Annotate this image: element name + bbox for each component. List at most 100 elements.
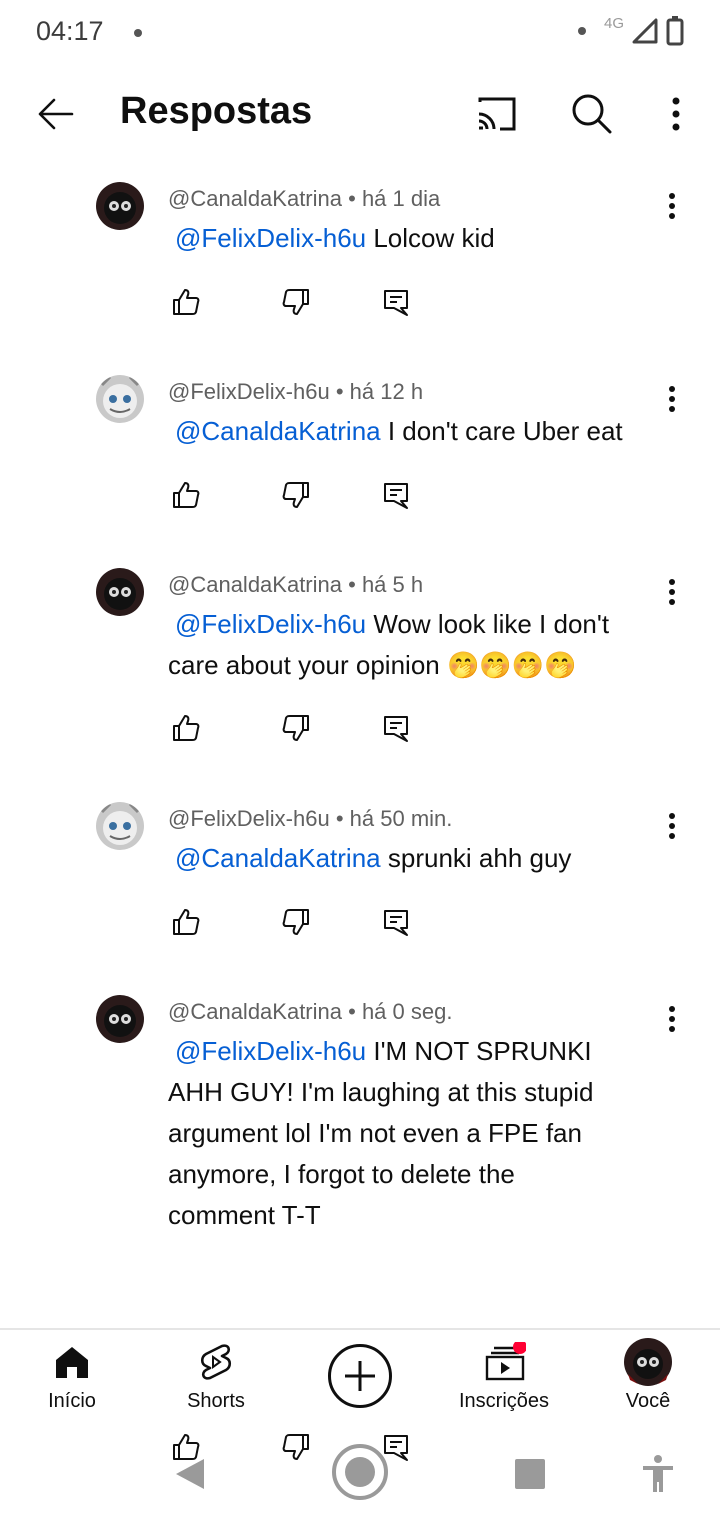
- thumbs-down-icon: [282, 289, 309, 315]
- thumbs-down-icon: [282, 715, 309, 741]
- comment-meta: @FelixDelix-h6u • há 50 min.: [168, 806, 453, 831]
- reply-button[interactable]: [378, 284, 414, 320]
- avatar[interactable]: [96, 802, 144, 850]
- reply-button[interactable]: [378, 710, 414, 746]
- comment-icon: [384, 910, 408, 936]
- create-button[interactable]: [328, 1344, 392, 1408]
- network-type: 4G: [603, 14, 624, 32]
- system-home-button[interactable]: [330, 1442, 390, 1502]
- comment-more-button[interactable]: [656, 572, 688, 612]
- thumbs-up-icon: [173, 289, 200, 315]
- system-navigation-bar: [0, 1430, 720, 1520]
- comment-body: Lolcow kid: [366, 223, 495, 253]
- search-icon: [572, 94, 612, 134]
- dislike-button[interactable]: [278, 710, 314, 746]
- comment-body-line: Wow look like I don't: [373, 609, 610, 639]
- nav-shorts[interactable]: Shorts: [144, 1330, 288, 1430]
- like-button[interactable]: [168, 284, 204, 320]
- status-bar: 04:17 4G: [0, 0, 720, 64]
- nav-label: Início: [48, 1390, 96, 1412]
- reply-button[interactable]: [378, 904, 414, 940]
- comment-time: há 12 h: [349, 379, 424, 404]
- nav-label: Você: [625, 1390, 671, 1412]
- dislike-button[interactable]: [278, 904, 314, 940]
- dislike-button[interactable]: [278, 477, 314, 513]
- comment-meta: @CanaldaKatrina • há 0 seg.: [168, 999, 453, 1024]
- avatar[interactable]: [96, 995, 144, 1043]
- more-vert-icon: [669, 193, 675, 219]
- comment-author[interactable]: @CanaldaKatrina: [168, 572, 342, 597]
- search-button[interactable]: [566, 88, 618, 140]
- grey-character-avatar-icon: [96, 375, 144, 423]
- accessibility-icon: [643, 1455, 673, 1492]
- accessibility-button[interactable]: [636, 1452, 680, 1496]
- comment-body: sprunki ahh guy: [380, 843, 572, 873]
- triangle-back-icon: [176, 1459, 204, 1489]
- comment-icon: [384, 290, 408, 316]
- mention-link[interactable]: @FelixDelix-h6u: [175, 1036, 366, 1066]
- circle-home-icon: [332, 1444, 388, 1500]
- comment-more-button[interactable]: [656, 186, 688, 226]
- thumbs-down-icon: [282, 909, 309, 935]
- cast-icon: [478, 97, 516, 131]
- app-bar: Respostas: [0, 70, 720, 154]
- signal-icon: [632, 18, 658, 44]
- grey-character-avatar-icon: [96, 802, 144, 850]
- more-vert-icon: [669, 579, 675, 605]
- status-dot-icon: [577, 27, 586, 35]
- avatar[interactable]: [96, 182, 144, 230]
- system-back-button[interactable]: [168, 1452, 212, 1496]
- comment-body-line: anymore, I forgot to delete the: [168, 1159, 515, 1189]
- comment-time: há 1 dia: [361, 186, 441, 211]
- comment-author[interactable]: @CanaldaKatrina: [168, 999, 342, 1024]
- avatar[interactable]: [96, 375, 144, 423]
- notification-dot-icon: [134, 29, 142, 37]
- battery-icon: [666, 16, 684, 46]
- comment-author[interactable]: @FelixDelix-h6u: [168, 806, 330, 831]
- comment-meta: @FelixDelix-h6u • há 12 h: [168, 379, 424, 404]
- system-recents-button[interactable]: [510, 1454, 550, 1494]
- nav-create[interactable]: [288, 1330, 432, 1430]
- comment-text: @CanaldaKatrina sprunki ahh guy: [168, 838, 648, 879]
- more-vert-icon: [669, 386, 675, 412]
- comment-more-button[interactable]: [656, 999, 688, 1039]
- nav-label: Inscrições: [458, 1390, 550, 1412]
- shorts-icon: [200, 1344, 232, 1380]
- comment-body-line: I'M NOT SPRUNKI: [366, 1036, 592, 1066]
- like-button[interactable]: [168, 477, 204, 513]
- comment-more-button[interactable]: [656, 379, 688, 419]
- plus-icon: [345, 1361, 375, 1391]
- comment-author[interactable]: @FelixDelix-h6u: [168, 379, 330, 404]
- more-vert-icon: [672, 97, 680, 131]
- status-icons: 4G: [577, 14, 684, 48]
- mention-link[interactable]: @CanaldaKatrina: [175, 843, 381, 873]
- comment-text: @CanaldaKatrina I don't care Uber eat: [168, 411, 648, 452]
- thumbs-down-icon: [282, 482, 309, 508]
- mention-link[interactable]: @CanaldaKatrina: [175, 416, 381, 446]
- comment-body-line: argument lol I'm not even a FPE fan: [168, 1118, 582, 1148]
- comment-meta: @CanaldaKatrina • há 5 h: [168, 572, 424, 597]
- comment-body: I don't care Uber eat: [380, 416, 623, 446]
- mention-link[interactable]: @FelixDelix-h6u: [175, 223, 366, 253]
- avatar[interactable]: [96, 568, 144, 616]
- comment-time: há 50 min.: [349, 806, 453, 831]
- dark-character-avatar-icon: [96, 182, 144, 230]
- comment-author[interactable]: @CanaldaKatrina: [168, 186, 342, 211]
- comment-more-button[interactable]: [656, 806, 688, 846]
- like-button[interactable]: [168, 710, 204, 746]
- reply-button[interactable]: [378, 477, 414, 513]
- comment-text: @FelixDelix-h6u Lolcow kid: [168, 218, 648, 259]
- cast-button[interactable]: [470, 88, 522, 140]
- dislike-button[interactable]: [278, 284, 314, 320]
- square-recents-icon: [515, 1459, 545, 1489]
- thumbs-up-icon: [173, 482, 200, 508]
- like-button[interactable]: [168, 904, 204, 940]
- nav-home[interactable]: Início: [0, 1330, 144, 1430]
- back-button[interactable]: [30, 88, 82, 140]
- more-options-button[interactable]: [650, 88, 702, 140]
- comment-body-line: care about your opinion 🤭🤭🤭🤭: [168, 650, 577, 680]
- mention-link[interactable]: @FelixDelix-h6u: [175, 609, 366, 639]
- nav-you[interactable]: Você: [576, 1330, 720, 1430]
- arrow-left-icon: [38, 98, 74, 130]
- nav-subscriptions[interactable]: Inscrições: [432, 1330, 576, 1430]
